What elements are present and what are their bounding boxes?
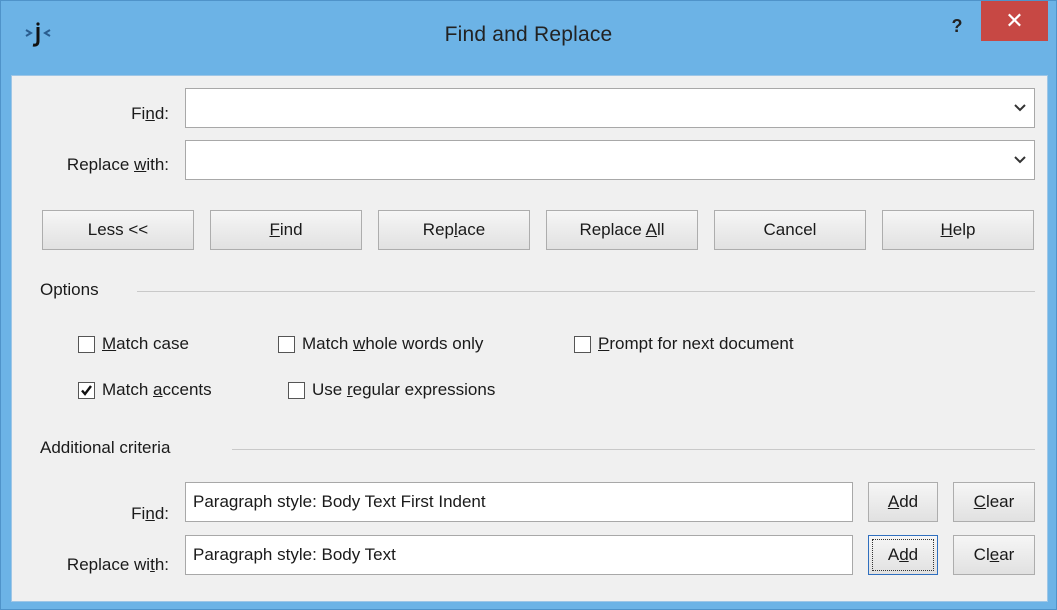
prompt-next-checkbox[interactable] [574, 335, 591, 353]
help-title-button[interactable]: ? [936, 11, 978, 41]
options-divider [137, 291, 1035, 292]
match-accents-label: Match accents [102, 380, 212, 399]
criteria-replace-clear-button[interactable]: Clear [953, 535, 1035, 575]
regex-checkbox[interactable] [288, 381, 305, 399]
close-button[interactable]: ✕ [981, 1, 1048, 41]
regex-option[interactable]: Use regular expressions [288, 380, 495, 400]
find-label: Find: [131, 104, 169, 123]
less-button[interactable]: Less << [42, 210, 194, 250]
focus-rectangle [872, 539, 934, 571]
chevron-down-icon[interactable] [1014, 154, 1026, 166]
cancel-button[interactable]: Cancel [714, 210, 866, 250]
criteria-find-label: Find: [131, 504, 169, 523]
match-case-option[interactable]: Match case [78, 334, 189, 354]
criteria-divider [232, 449, 1035, 450]
help-button[interactable]: Help [882, 210, 1034, 250]
whole-words-checkbox[interactable] [278, 335, 295, 353]
checkmark-icon [81, 384, 92, 396]
find-replace-dialog: Find and Replace ? ✕ Find: Replace with:… [0, 0, 1057, 610]
title-bar[interactable]: Find and Replace ? ✕ [1, 1, 1056, 73]
criteria-replace-add-button[interactable]: Add [868, 535, 938, 575]
dialog-body: Find: Replace with: Less << Find Replace [11, 75, 1048, 602]
prompt-next-label: Prompt for next document [598, 334, 794, 353]
criteria-find-field[interactable]: Paragraph style: Body Text First Indent [185, 482, 853, 522]
replace-button[interactable]: Replace [378, 210, 530, 250]
match-case-label: Match case [102, 334, 189, 353]
criteria-find-clear-button[interactable]: Clear [953, 482, 1035, 522]
find-button[interactable]: Find [210, 210, 362, 250]
chevron-down-icon[interactable] [1014, 102, 1026, 114]
match-accents-option[interactable]: Match accents [78, 380, 212, 400]
criteria-heading: Additional criteria [40, 438, 171, 457]
options-heading: Options [40, 280, 99, 299]
find-combo[interactable] [185, 88, 1035, 128]
criteria-find-add-button[interactable]: Add [868, 482, 938, 522]
regex-label: Use regular expressions [312, 380, 496, 399]
criteria-replace-field[interactable]: Paragraph style: Body Text [185, 535, 853, 575]
whole-words-label: Match whole words only [302, 334, 484, 353]
criteria-replace-label: Replace with: [66, 555, 169, 574]
match-accents-checkbox[interactable] [78, 381, 95, 399]
window-title: Find and Replace [444, 23, 613, 46]
replace-label: Replace with: [66, 155, 169, 174]
replace-all-button[interactable]: Replace All [546, 210, 698, 250]
prompt-next-option[interactable]: Prompt for next document [574, 334, 794, 354]
whole-words-option[interactable]: Match whole words only [278, 334, 483, 354]
match-case-checkbox[interactable] [78, 335, 95, 353]
replace-combo[interactable] [185, 140, 1035, 180]
